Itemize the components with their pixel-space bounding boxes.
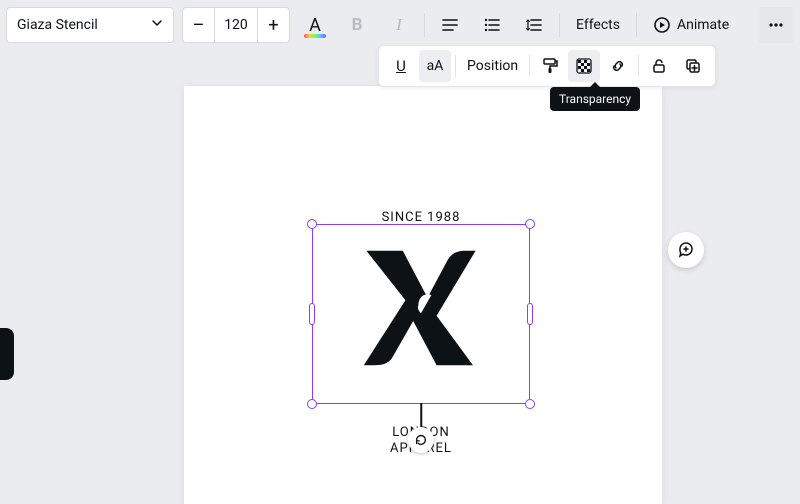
underline-button[interactable]: U <box>385 50 417 82</box>
text-color-button[interactable]: A <box>298 8 332 42</box>
font-size-increase-button[interactable]: + <box>258 7 290 43</box>
lock-button[interactable] <box>643 50 675 82</box>
chevron-down-icon <box>151 17 163 33</box>
link-icon <box>609 57 627 75</box>
case-icon: aA <box>427 58 444 74</box>
animate-label: Animate <box>677 17 729 33</box>
transparency-tooltip: Transparency <box>550 87 640 111</box>
list-icon <box>483 16 501 34</box>
text-color-a-icon: A <box>309 15 321 36</box>
divider <box>529 55 530 77</box>
rotate-icon <box>414 433 428 447</box>
divider <box>455 55 456 77</box>
position-button[interactable]: Position <box>460 50 525 82</box>
font-size-decrease-button[interactable]: – <box>182 7 214 43</box>
duplicate-button[interactable] <box>677 50 709 82</box>
bold-icon: B <box>352 15 363 35</box>
divider <box>424 13 425 37</box>
more-icon <box>767 16 785 34</box>
comment-fab[interactable] <box>668 232 704 268</box>
resize-handle-nw[interactable] <box>307 219 317 229</box>
effects-label: Effects <box>576 17 620 33</box>
align-icon <box>441 16 459 34</box>
transparency-button[interactable] <box>568 50 600 82</box>
rotate-handle[interactable] <box>408 427 434 453</box>
font-family-select[interactable]: Giaza Stencil <box>6 7 174 43</box>
animate-icon <box>653 16 671 34</box>
position-label: Position <box>467 58 518 74</box>
list-button[interactable] <box>475 8 509 42</box>
font-size-input[interactable]: 120 <box>214 7 258 43</box>
animate-button[interactable]: Animate <box>645 8 737 42</box>
uppercase-button[interactable]: aA <box>419 50 451 82</box>
divider <box>636 13 637 37</box>
more-button[interactable] <box>758 7 794 43</box>
rotate-stem <box>420 403 422 427</box>
spacing-icon <box>525 16 543 34</box>
italic-button[interactable]: I <box>382 8 416 42</box>
effects-button[interactable]: Effects <box>568 8 628 42</box>
duplicate-icon <box>684 57 702 75</box>
divider <box>559 13 560 37</box>
divider <box>638 55 639 77</box>
tooltip-text: Transparency <box>559 92 631 106</box>
lock-icon <box>650 57 668 75</box>
alignment-button[interactable] <box>433 8 467 42</box>
logo-since-text[interactable]: SINCE 1988 <box>312 210 530 225</box>
top-toolbar: Giaza Stencil – 120 + A B I <box>6 6 794 44</box>
font-size-value: 120 <box>224 17 248 33</box>
underline-icon: U <box>396 57 406 75</box>
secondary-toolbar: U aA Position <box>378 45 716 87</box>
comment-plus-icon <box>677 241 695 259</box>
resize-handle-e[interactable] <box>527 303 533 325</box>
font-family-label: Giaza Stencil <box>17 17 98 33</box>
link-button[interactable] <box>602 50 634 82</box>
resize-handle-sw[interactable] <box>307 399 317 409</box>
resize-handle-ne[interactable] <box>525 219 535 229</box>
bold-button[interactable]: B <box>340 8 374 42</box>
resize-handle-w[interactable] <box>309 303 315 325</box>
font-size-group: – 120 + <box>182 7 290 43</box>
side-panel-handle[interactable] <box>0 328 14 380</box>
selection-box[interactable] <box>312 224 530 404</box>
text-color-swatch <box>304 34 326 38</box>
resize-handle-se[interactable] <box>525 399 535 409</box>
transparency-icon <box>575 57 593 75</box>
paint-roller-icon <box>541 57 559 75</box>
style-copy-button[interactable] <box>534 50 566 82</box>
italic-icon: I <box>396 15 402 35</box>
spacing-button[interactable] <box>517 8 551 42</box>
